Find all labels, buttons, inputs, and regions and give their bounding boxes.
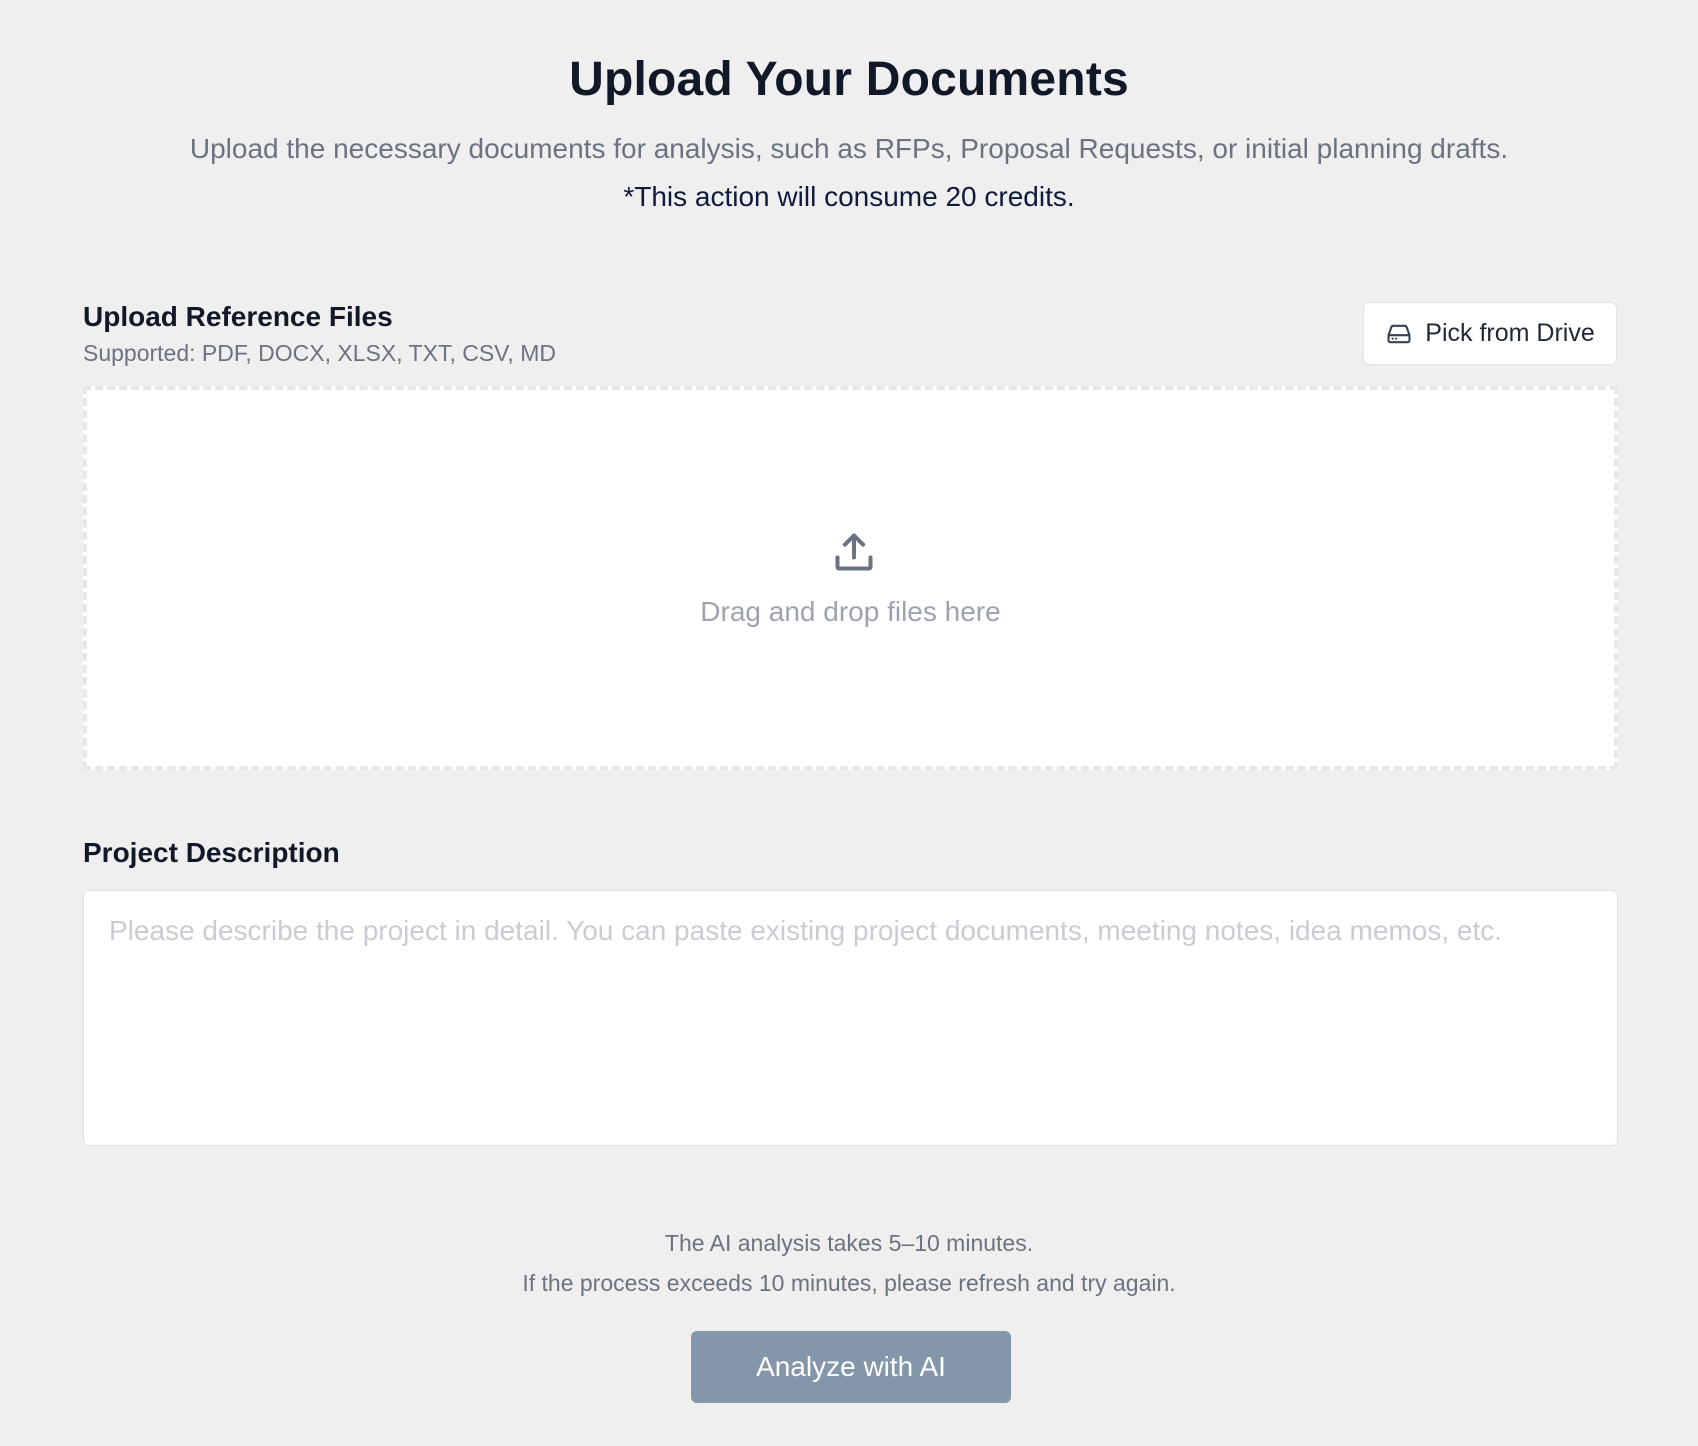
analysis-duration-note: The AI analysis takes 5–10 minutes. bbox=[664, 1230, 1034, 1256]
supported-formats-text: Supported: PDF, DOCX, XLSX, TXT, CSV, MD bbox=[83, 340, 556, 366]
project-description-input[interactable] bbox=[83, 890, 1618, 1146]
upload-section-label: Upload Reference Files bbox=[83, 301, 393, 332]
pick-from-drive-button[interactable]: Pick from Drive bbox=[1363, 302, 1617, 365]
project-description-label: Project Description bbox=[83, 837, 340, 868]
analyze-with-ai-button[interactable]: Analyze with AI bbox=[691, 1331, 1011, 1403]
file-dropzone[interactable]: Drag and drop files here bbox=[83, 386, 1618, 770]
refresh-hint-note: If the process exceeds 10 minutes, pleas… bbox=[522, 1270, 1176, 1296]
upload-documents-page: Upload Your Documents Upload the necessa… bbox=[0, 0, 1698, 1446]
credits-notice: *This action will consume 20 credits. bbox=[623, 181, 1075, 212]
upload-icon bbox=[835, 533, 873, 571]
page-title: Upload Your Documents bbox=[569, 53, 1129, 106]
dropzone-text: Drag and drop files here bbox=[700, 596, 1001, 627]
page-subtitle: Upload the necessary documents for analy… bbox=[189, 133, 1509, 164]
pick-from-drive-label: Pick from Drive bbox=[1425, 319, 1595, 347]
hard-drive-icon bbox=[1387, 324, 1411, 343]
